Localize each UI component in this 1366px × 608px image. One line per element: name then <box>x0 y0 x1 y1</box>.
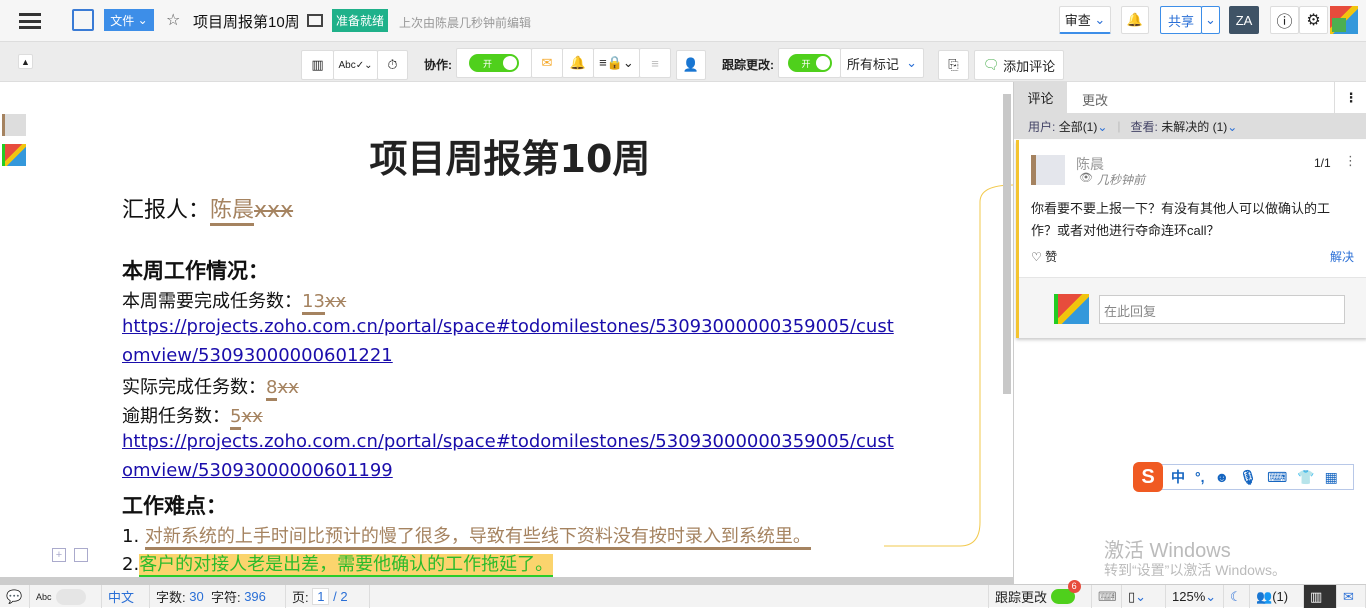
collaborators-button[interactable]: 👥 (1) <box>1250 585 1304 608</box>
spellcheck-icon[interactable]: Abc✓⌄ <box>333 50 378 80</box>
reply-input[interactable]: 在此回复 <box>1099 295 1345 324</box>
share-dropdown-button[interactable]: ⌄ <box>1201 6 1220 34</box>
horizontal-scrollbar[interactable] <box>0 577 1013 584</box>
markup-select[interactable]: 所有标记 ⌄ <box>840 48 924 78</box>
filter-bar: 用户: 全部(1)⌄ | 查看: 未解决的 (1)⌄ <box>1014 113 1366 139</box>
folder-icon[interactable] <box>307 14 323 27</box>
collapse-toolbar-button[interactable]: ▲ <box>18 54 33 69</box>
mail-icon[interactable]: ✉ <box>531 48 563 78</box>
track-changes-toggle[interactable]: 开 <box>778 48 841 78</box>
star-icon[interactable]: ☆ <box>166 10 180 30</box>
info-icon[interactable]: ⓘ <box>1270 6 1299 34</box>
comment-text: 你看要不要上报一下？有没有其他人可以做确认的工作？或者对他进行夺命连环call？ <box>1031 201 1331 238</box>
author-avatar <box>1031 155 1065 185</box>
page-indicator: 页: 1 / 2 <box>286 585 370 608</box>
toolbar: ▲ ▥ Abc✓⌄ ⏱ 协作: 开 ✉ 🔔 ≡🔒⌄ ≡ 👤 跟踪更改: 开 所有… <box>0 42 1366 82</box>
eye-icon: 👁 <box>1079 172 1093 184</box>
status-badge: 准备就绪 <box>332 9 389 32</box>
disabled-format-icon: ≡ <box>639 48 671 78</box>
hamburger-menu-icon[interactable] <box>19 13 41 29</box>
settings-gear-icon[interactable]: ⚙ <box>1299 6 1328 34</box>
last-edit-text: 上次由陈晨几秒钟前编辑 <box>399 16 532 30</box>
history-icon[interactable]: ⏱ <box>377 50 408 80</box>
share-button[interactable]: 共享 <box>1160 6 1202 34</box>
ime-toolbar[interactable]: S 中 °, ☻ 🎙 ⌨ 👕 ▦ <box>1133 462 1354 492</box>
mail-icon[interactable]: ✉ <box>1337 585 1366 608</box>
writer-logo-icon <box>72 9 94 31</box>
track-changes-status[interactable]: 跟踪更改 6 <box>988 580 1092 608</box>
panel-more-icon[interactable]: ⋮ <box>1334 82 1366 113</box>
reading-mode-icon[interactable]: ▥ <box>1304 585 1337 608</box>
tab-changes[interactable]: 更改 <box>1082 90 1108 109</box>
sogou-logo-icon: S <box>1133 462 1163 492</box>
add-comment-icon: 🗨 <box>982 57 1000 72</box>
chat-icon[interactable]: 💬 <box>0 585 30 608</box>
watermark-title: 激活 Windows <box>1104 540 1231 562</box>
collab-label: 协作: <box>424 58 452 72</box>
zia-button[interactable]: ZA <box>1229 6 1259 34</box>
like-button[interactable]: ♡ 赞 <box>1031 248 1057 265</box>
comment-time: 几秒钟前 <box>1097 173 1146 187</box>
tab-comments[interactable]: 评论 <box>1014 82 1067 113</box>
notification-bell-button[interactable]: 🔔 <box>1121 6 1149 34</box>
status-bar: 💬 Abc 中文 字数: 30 字符: 396 页: 1 / 2 跟踪更改 6 … <box>0 580 1366 608</box>
track-badge: 6 <box>1067 580 1081 593</box>
emoji-icon: ☻ <box>1214 469 1230 485</box>
user-filter[interactable]: 全部(1)⌄ <box>1059 118 1108 135</box>
format-painter-icon[interactable]: 👤 <box>676 50 706 80</box>
language-select[interactable]: 中文 <box>102 585 150 608</box>
lock-content-icon[interactable]: ≡🔒⌄ <box>593 48 640 78</box>
comment-card[interactable]: 陈晨 👁 几秒钟前 1/1 ⋮ 你看要不要上报一下？有没有其他人可以做确认的工作… <box>1016 140 1366 338</box>
add-comment-button[interactable]: 🗨 添加评论 <box>974 50 1064 80</box>
skin-icon: 👕 <box>1297 468 1315 485</box>
zoom-select[interactable]: 125% ⌄ <box>1166 585 1224 608</box>
reply-area: 在此回复 <box>1019 277 1366 338</box>
view-filter[interactable]: 未解决的 (1)⌄ <box>1161 118 1237 135</box>
file-menu-button[interactable]: 文件 ⌄ <box>104 9 154 31</box>
page-view-select[interactable]: ▯ ⌄ <box>1122 585 1166 608</box>
word-count: 字数: 30 字符: 396 <box>150 585 286 608</box>
user-avatar[interactable] <box>1330 6 1358 34</box>
compare-icon[interactable]: ⎘ <box>938 50 969 80</box>
top-bar: 文件 ⌄ ☆ 项目周报第10周 准备就绪 上次由陈晨几秒钟前编辑 审查 ⌄ 🔔 … <box>0 0 1366 42</box>
keyboard-icon[interactable]: ⌨ <box>1092 585 1122 608</box>
track-changes-label: 跟踪更改: <box>722 58 774 72</box>
collab-toggle[interactable]: 开 <box>456 48 532 78</box>
vertical-scrollbar[interactable] <box>1003 94 1011 394</box>
watermark-subtitle: 转到“设置”以激活 Windows。 <box>1104 562 1287 578</box>
mic-icon: 🎙 <box>1239 468 1258 485</box>
document-canvas[interactable]: 项目周报第10周 汇报人：陈晨xxx 本周工作情况： 本周需要完成任务数：13x… <box>0 82 1013 577</box>
apps-icon: ▦ <box>1324 468 1338 485</box>
keyboard-icon: ⌨ <box>1267 468 1288 485</box>
comments-panel: 评论 更改 ⋮ 用户: 全部(1)⌄ | 查看: 未解决的 (1)⌄ 陈晨 👁 … <box>1013 82 1366 584</box>
review-menu-button[interactable]: 审查 ⌄ <box>1059 6 1111 34</box>
user-avatar-small <box>1054 294 1089 324</box>
spellcheck-toggle[interactable]: Abc <box>30 585 102 608</box>
resolve-button[interactable]: 解决 <box>1330 248 1354 265</box>
notify-comment-icon[interactable]: 🔔 <box>562 48 594 78</box>
document-title[interactable]: 项目周报第10周 <box>193 11 300 32</box>
comment-count: 1/1 <box>1314 156 1331 170</box>
comment-connector <box>884 184 1013 547</box>
comment-more-icon[interactable]: ⋮ <box>1344 153 1357 169</box>
night-mode-icon[interactable]: ☾ <box>1224 585 1250 608</box>
page-layout-icon[interactable]: ▥ <box>301 50 334 80</box>
page-input[interactable]: 1 <box>312 588 330 605</box>
